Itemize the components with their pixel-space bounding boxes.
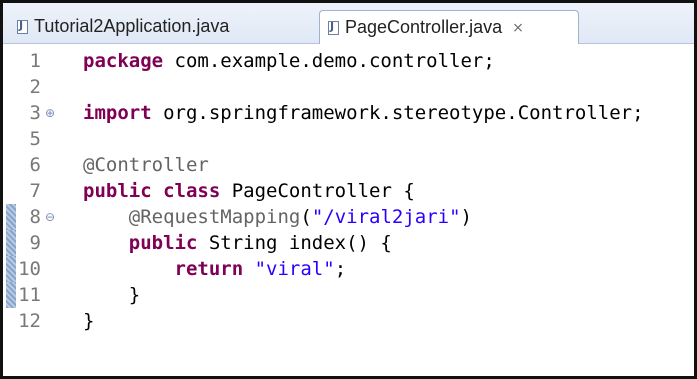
code-text: public class PageController { [83,178,415,204]
line-number: 11 [18,284,41,306]
code-text: } [83,308,94,334]
code-text: public String index() { [83,230,392,256]
change-marker [6,204,16,230]
line-gutter: 2 [3,74,75,100]
line-number: 8 [29,206,41,228]
line-gutter: 5 [3,126,75,152]
tab-tutorial2application[interactable]: Tutorial2Application.java [9,10,309,43]
line-gutter: 6 [3,152,75,178]
tab-label: PageController.java [345,17,503,37]
line-number: 6 [29,154,41,176]
java-file-icon [17,19,28,34]
code-line[interactable]: 8 ⊖ @RequestMapping("/viral2jari") [3,204,694,230]
line-number: 10 [18,258,41,280]
code-line[interactable]: 1 package com.example.demo.controller; [3,48,694,74]
code-line[interactable]: 5 [3,126,694,152]
line-number: 9 [29,232,41,254]
code-token: } [83,284,141,306]
editor-window: Tutorial2Application.java PageController… [0,0,697,379]
keyword-token: public [128,232,198,254]
code-text: package com.example.demo.controller; [83,48,495,74]
change-marker [6,256,16,282]
code-token: String index() { [197,232,392,254]
code-token: ; [334,258,347,280]
line-gutter: 12 [3,308,75,334]
line-gutter: 7 [3,178,75,204]
code-token: org.springframework.stereotype.Controlle… [151,102,644,124]
code-line[interactable]: 12} [3,308,694,334]
keyword-token: package [83,50,164,72]
keyword-token: class [163,180,221,202]
code-line[interactable]: 6 @Controller [3,152,694,178]
tab-label: Tutorial2Application.java [34,16,230,36]
collapse-fold-icon[interactable]: ⊖ [45,204,55,230]
code-line[interactable]: 9 public String index() { [3,230,694,256]
line-gutter: 9 [3,230,75,256]
code-text: } [83,282,140,308]
line-number: 12 [18,310,41,332]
code-token: PageController { [220,180,415,202]
annotation-token: @RequestMapping [128,206,301,228]
line-gutter: 3 ⊕ [3,100,75,126]
code-line[interactable]: 3 ⊕ import org.springframework.stereotype.… [3,100,694,126]
keyword-token: return [174,258,244,280]
code-line[interactable]: 2 [3,74,694,100]
java-file-icon [328,20,339,35]
line-gutter: 1 [3,48,75,74]
change-marker [6,230,16,256]
code-editor[interactable]: 1 package com.example.demo.controller; 2 3 ⊕… [3,44,694,376]
line-number: 2 [29,76,41,98]
code-line[interactable]: 7 public class PageController { [3,178,694,204]
code-token: } [83,310,95,332]
expand-fold-icon[interactable]: ⊕ [45,100,55,126]
keyword-token: public [83,180,152,202]
keyword-token: import [83,102,152,124]
code-token: com.example.demo.controller; [163,50,495,72]
editor-tab-bar: Tutorial2Application.java PageController… [3,3,694,44]
line-gutter: 8 ⊖ [3,204,75,230]
line-number: 5 [29,128,41,150]
change-marker [6,282,16,308]
line-number: 7 [29,180,41,202]
tab-pagecontroller[interactable]: PageController.java ⨯ [319,10,579,44]
code-line[interactable]: 10 return "viral"; [3,256,694,282]
code-text: return "viral"; [83,256,347,282]
annotation-token: @Controller [83,154,209,176]
line-number: 1 [29,50,41,72]
string-token: "/viral2jari" [311,206,461,228]
line-gutter: 11 [3,282,75,308]
line-number: 3 [29,102,41,124]
code-text: import org.springframework.stereotype.Co… [83,100,644,126]
string-token: "viral" [254,258,335,280]
code-text: @Controller [83,152,209,178]
line-gutter: 10 [3,256,75,282]
close-icon[interactable]: ⨯ [512,20,524,36]
code-line[interactable]: 11 } [3,282,694,308]
code-token: ( [300,206,312,228]
code-token: ) [460,206,472,228]
code-text: @RequestMapping("/viral2jari") [83,204,472,230]
